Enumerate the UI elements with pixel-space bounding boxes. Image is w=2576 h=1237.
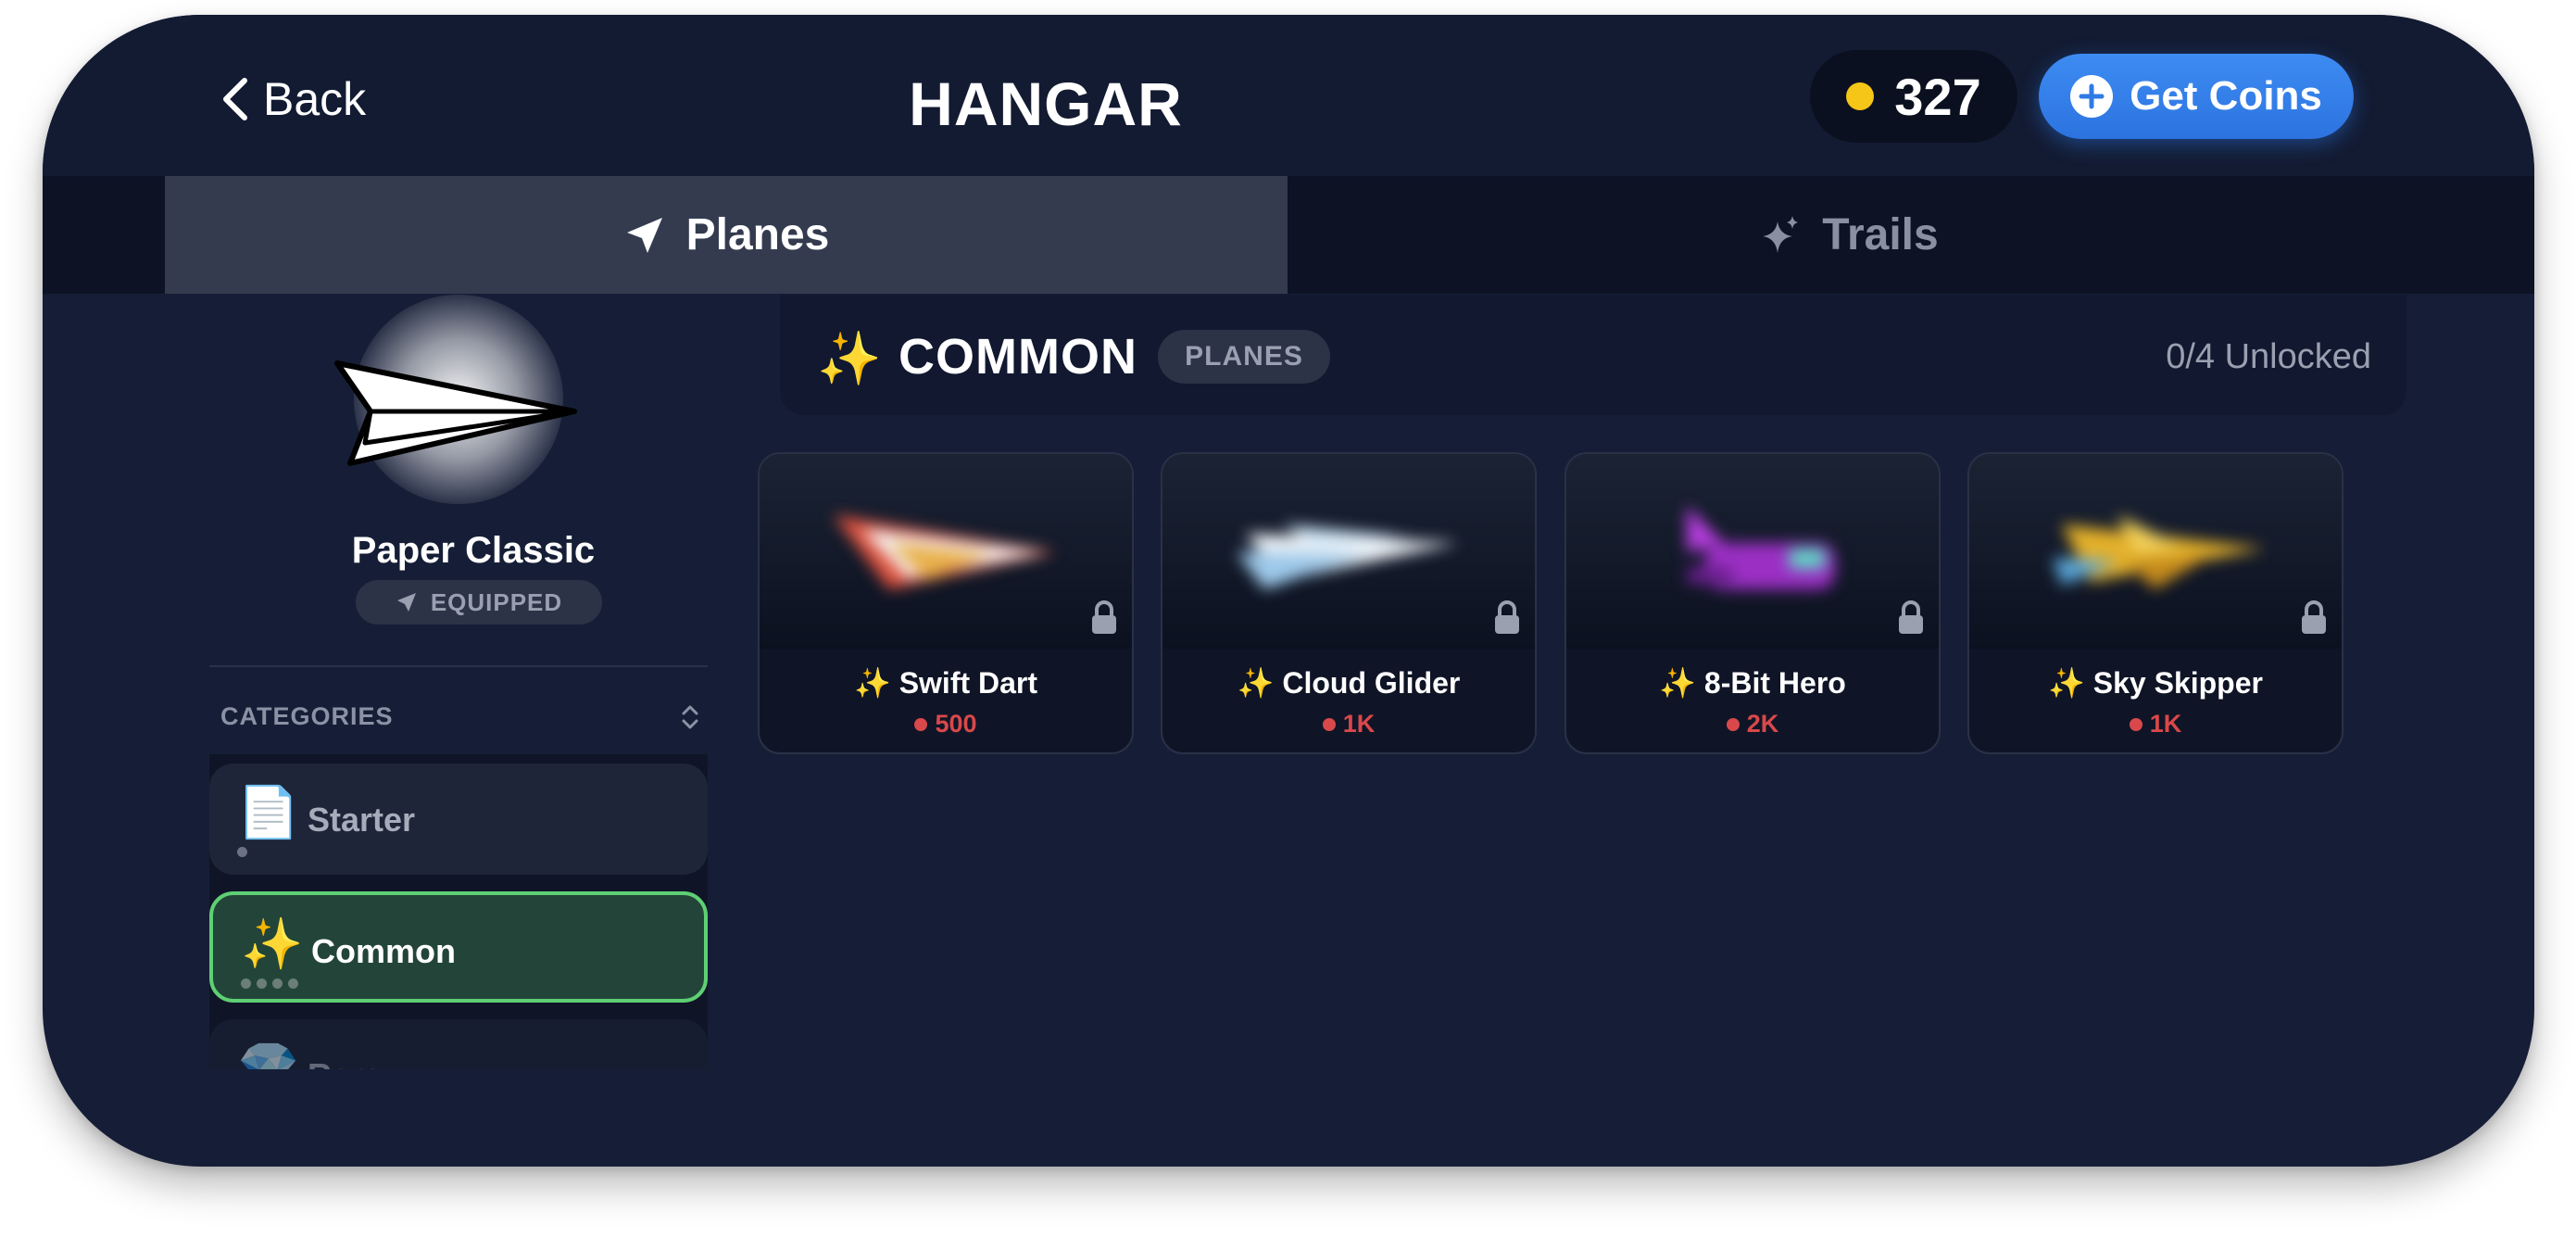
paper-plane-icon bbox=[626, 217, 662, 253]
equipped-badge: EQUIPPED bbox=[356, 580, 602, 625]
plane-name: ✨ Cloud Glider bbox=[1237, 666, 1461, 700]
section-title: COMMON bbox=[898, 329, 1137, 385]
game-screen: Back HANGAR 327 Get Coins Planes Trails bbox=[43, 15, 2534, 1167]
plus-icon bbox=[2070, 75, 2114, 118]
equipped-label: EQUIPPED bbox=[430, 587, 563, 616]
plane-art bbox=[1566, 454, 1939, 649]
swift-dart-plane-image bbox=[834, 515, 1056, 589]
category-label: Starter bbox=[308, 801, 416, 839]
tab-planes-label: Planes bbox=[685, 210, 830, 259]
category-label: Common bbox=[311, 932, 456, 970]
plane-art bbox=[1969, 454, 2342, 649]
plane-art bbox=[1162, 454, 1535, 649]
categories-header[interactable]: CATEGORIES bbox=[220, 702, 700, 731]
lock-icon bbox=[1899, 600, 1923, 634]
lock-icon bbox=[1495, 600, 1519, 634]
plane-card-swift-dart[interactable]: ✨ Swift Dart 500 bbox=[758, 452, 1134, 754]
coin-balance-value: 327 bbox=[1894, 67, 1981, 126]
sparkles-icon bbox=[1763, 215, 1799, 253]
plane-name: ✨ 8-Bit Hero bbox=[1659, 666, 1846, 700]
plane-card-sky-skipper[interactable]: ✨ Sky Skipper 1K bbox=[1967, 452, 2344, 754]
category-list[interactable]: 📄 Starter ✨ Common 💎 Rare bbox=[209, 754, 708, 1069]
plane-art bbox=[760, 454, 1132, 649]
cloud-glider-plane-image bbox=[1237, 524, 1459, 589]
get-coins-label: Get Coins bbox=[2130, 73, 2322, 119]
plane-price: 1K bbox=[1162, 710, 1535, 738]
gem-icon: 💎 bbox=[237, 1041, 300, 1069]
tab-bar: Planes Trails bbox=[43, 176, 2534, 294]
plane-price: 500 bbox=[760, 710, 1132, 738]
plane-price: 1K bbox=[1969, 710, 2342, 738]
categories-title: CATEGORIES bbox=[220, 702, 394, 730]
tab-planes[interactable]: Planes bbox=[165, 176, 1288, 294]
tab-trails[interactable]: Trails bbox=[1288, 176, 2410, 294]
paper-plane-preview bbox=[334, 360, 577, 466]
category-label: Rare bbox=[308, 1056, 382, 1069]
plane-name: ✨ Swift Dart bbox=[853, 666, 1038, 700]
get-coins-button[interactable]: Get Coins bbox=[2039, 54, 2354, 139]
coin-balance: 327 bbox=[1810, 50, 2017, 143]
divider bbox=[209, 665, 708, 667]
coin-icon bbox=[2129, 717, 2142, 731]
category-progress-dots bbox=[237, 847, 247, 857]
back-label: Back bbox=[263, 73, 367, 125]
category-item-starter[interactable]: 📄 Starter bbox=[209, 764, 708, 875]
sparkles-icon: ✨ bbox=[241, 916, 304, 972]
category-item-rare[interactable]: 💎 Rare bbox=[209, 1019, 708, 1069]
plane-name: ✨ Sky Skipper bbox=[2048, 666, 2263, 700]
8-bit-hero-plane-image bbox=[1687, 506, 1835, 589]
section-badge: PLANES bbox=[1158, 330, 1330, 384]
sky-skipper-plane-image bbox=[2053, 515, 2266, 589]
coin-icon bbox=[914, 717, 928, 731]
back-button[interactable]: Back bbox=[219, 72, 366, 126]
equipped-plane-name: Paper Classic bbox=[351, 530, 596, 571]
sparkles-icon: ✨ bbox=[817, 329, 882, 387]
document-icon: 📄 bbox=[237, 785, 300, 840]
unlocked-count: 0/4 Unlocked bbox=[2166, 337, 2371, 376]
paper-plane-icon bbox=[396, 593, 416, 612]
chevron-up-down-icon bbox=[682, 705, 698, 728]
lock-icon bbox=[2302, 600, 2326, 634]
plane-price: 2K bbox=[1566, 710, 1939, 738]
lock-icon bbox=[1092, 600, 1116, 634]
category-item-common[interactable]: ✨ Common bbox=[209, 891, 708, 1003]
section-header: ✨ COMMON PLANES 0/4 Unlocked bbox=[780, 295, 2406, 415]
coin-icon bbox=[1726, 717, 1740, 731]
chevron-left-icon bbox=[223, 78, 247, 120]
category-progress-dots bbox=[241, 978, 298, 989]
coin-icon bbox=[1322, 717, 1336, 731]
page-title: HANGAR bbox=[909, 69, 1183, 138]
plane-card-cloud-glider[interactable]: ✨ Cloud Glider 1K bbox=[1161, 452, 1537, 754]
coin-icon bbox=[1846, 82, 1875, 110]
tab-trails-label: Trails bbox=[1822, 210, 1939, 259]
plane-card-8-bit-hero[interactable]: ✨ 8-Bit Hero 2K bbox=[1564, 452, 1941, 754]
